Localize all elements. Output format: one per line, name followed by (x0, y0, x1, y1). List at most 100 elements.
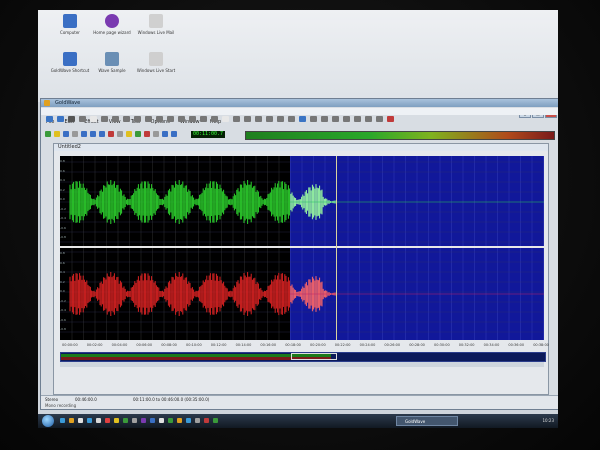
toolbar-button[interactable] (177, 116, 186, 128)
transport-button[interactable] (72, 131, 78, 137)
document-title-bar[interactable]: Untitled2 (54, 144, 548, 151)
document-title: Untitled2 (58, 144, 81, 150)
toolbar-button[interactable] (298, 116, 307, 128)
toolbar-button[interactable] (166, 116, 175, 128)
quick-launch-icon[interactable] (195, 418, 200, 423)
time-label: 00:36:00 (508, 343, 525, 347)
transport-button[interactable] (54, 131, 60, 137)
time-label: 00:08:00 (161, 343, 177, 347)
tool-icon (134, 116, 141, 122)
transport-button[interactable] (63, 131, 69, 137)
waveform-canvas[interactable]: 0.8 0.6 0.4 0.2 0.0 -0.2 -0.4 -0.6 -0.8 0.8 0.6 0.… (60, 156, 544, 340)
time-ruler[interactable]: 00:00:00 00:02:00 00:04:00 00:06:00 00:08:00… (60, 342, 549, 350)
title-bar[interactable]: GoldWave _□x (41, 99, 558, 118)
start-button[interactable] (42, 415, 54, 427)
quick-launch-icon[interactable] (60, 418, 65, 423)
quick-launch-icon[interactable] (150, 418, 155, 423)
tool-icon (46, 116, 53, 122)
toolbar-button[interactable] (232, 116, 241, 128)
time-label: 00:20:00 (310, 343, 326, 347)
waveform-svg (60, 156, 544, 340)
transport-button[interactable] (171, 131, 177, 137)
quick-launch-icon[interactable] (177, 418, 182, 423)
toolbar-button[interactable] (254, 116, 263, 128)
scale-label: 0.0 (60, 197, 65, 201)
toolbar-button[interactable] (188, 116, 197, 128)
toolbar-button[interactable] (243, 116, 252, 128)
transport-button[interactable] (126, 131, 132, 137)
toolbar-button[interactable] (133, 116, 142, 128)
desktop-icon-mail[interactable]: Windows Live Mail (127, 14, 185, 35)
time-label: 00:14:00 (235, 343, 252, 347)
toolbar-button[interactable] (276, 116, 285, 128)
grid-lines (60, 156, 544, 340)
toolbar-button[interactable] (353, 116, 362, 128)
shortcut-icon (63, 52, 77, 66)
desktop-icon-label: Windows Live Mail (137, 30, 175, 35)
transport-button[interactable] (153, 131, 159, 137)
status-line2: Mono recording (45, 403, 77, 408)
quick-launch-icon[interactable] (114, 418, 119, 423)
toolbar-button[interactable] (386, 116, 395, 128)
quick-launch-icon[interactable] (87, 418, 92, 423)
transport-button[interactable] (117, 131, 123, 137)
quick-launch-icon[interactable] (123, 418, 128, 423)
quick-launch-icon[interactable] (186, 418, 191, 423)
quick-launch-icon[interactable] (132, 418, 137, 423)
toolbar-button[interactable] (56, 116, 65, 128)
time-label: 00:30:00 (434, 343, 450, 347)
quick-launch-icon[interactable] (204, 418, 209, 423)
toolbar-button[interactable] (199, 116, 208, 128)
toolbar-button[interactable] (144, 116, 153, 128)
time-label: 00:16:00 (260, 343, 277, 347)
toolbar-button[interactable] (155, 116, 164, 128)
quick-launch-icon[interactable] (78, 418, 83, 423)
desktop-icon-start[interactable]: Windows Live Start (127, 52, 185, 73)
transport-button[interactable] (162, 131, 168, 137)
toolbar-button[interactable] (122, 116, 131, 128)
taskbar-goldwave-button[interactable]: GoldWave (396, 416, 458, 426)
quick-launch-icon[interactable] (168, 418, 173, 423)
time-label: 00:28:00 (409, 343, 425, 347)
transport-button[interactable] (90, 131, 96, 137)
overview-view-box[interactable] (291, 353, 337, 360)
quick-launch-icon[interactable] (159, 418, 164, 423)
toolbar-button[interactable] (287, 116, 296, 128)
transport-button[interactable] (135, 131, 141, 137)
quick-launch-icon[interactable] (69, 418, 74, 423)
scale-label: 0.8 (60, 159, 65, 163)
quick-launch-icon[interactable] (213, 418, 218, 423)
transport-button[interactable] (99, 131, 105, 137)
toolbar-button[interactable] (265, 116, 274, 128)
toolbar-button[interactable] (78, 116, 87, 128)
quick-launch-icon[interactable] (96, 418, 101, 423)
time-label: 00:34:00 (483, 343, 500, 347)
toolbar-button[interactable] (342, 116, 351, 128)
toolbar-button[interactable] (364, 116, 373, 128)
toolbar-button[interactable] (45, 116, 54, 128)
toolbar-button[interactable] (111, 116, 120, 128)
quick-launch-icon[interactable] (141, 418, 146, 423)
toolbar-button[interactable] (100, 116, 109, 128)
toolbar-button[interactable] (210, 116, 219, 128)
toolbar-button[interactable] (67, 116, 76, 128)
playback-cursor[interactable] (336, 156, 337, 340)
transport-button[interactable] (144, 131, 150, 137)
quick-launch-icon[interactable] (105, 418, 110, 423)
toolbar-button[interactable] (320, 116, 329, 128)
tool-icon (167, 116, 174, 122)
screen: Computer Home page wizard Windows Live M… (38, 10, 558, 428)
goldwave-window: GoldWave _□x File Edit Effect View Tool … (40, 98, 558, 410)
tool-icon (79, 116, 86, 122)
toolbar-button[interactable] (89, 116, 98, 128)
scale-label: -0.6 (60, 317, 66, 322)
transport-button[interactable] (45, 131, 51, 137)
toolbar-button[interactable] (375, 116, 384, 128)
overview-bar[interactable] (60, 352, 546, 362)
toolbar-button[interactable] (331, 116, 340, 128)
transport-button[interactable] (108, 131, 114, 137)
toolbar-button[interactable] (221, 116, 230, 128)
toolbar-button[interactable] (309, 116, 318, 128)
horizontal-scrollbar[interactable] (60, 362, 544, 367)
transport-button[interactable] (81, 131, 87, 137)
